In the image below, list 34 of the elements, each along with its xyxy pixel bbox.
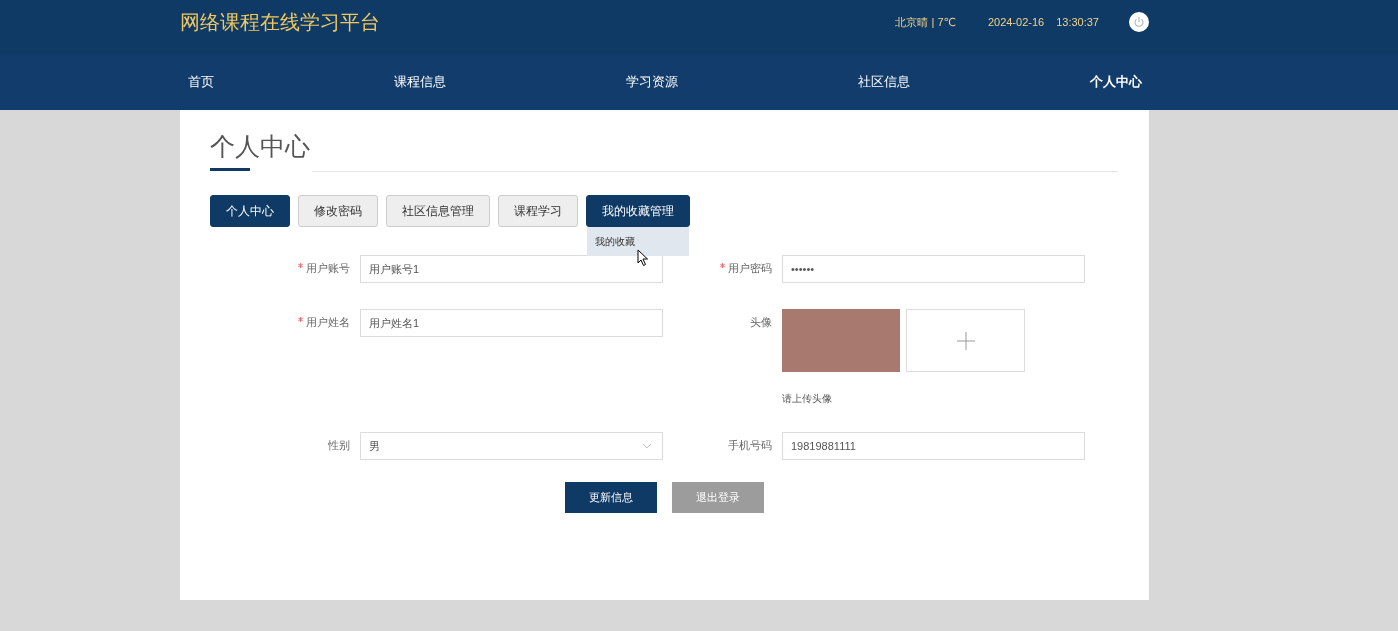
nav-link[interactable]: 个人中心 <box>1090 68 1142 97</box>
input-field[interactable]: 19819881111 <box>782 432 1085 460</box>
input-field[interactable]: 用户姓名1 <box>360 309 663 337</box>
select-value: 男 <box>369 438 380 454</box>
upload-hint: 请上传头像 <box>782 392 833 406</box>
tab-button[interactable]: 修改密码 <box>298 195 378 227</box>
label-text: 用户密码 <box>728 261 772 276</box>
chevron-down-icon <box>642 443 652 449</box>
menu-item[interactable]: 我的收藏 <box>587 234 635 249</box>
plus-icon <box>956 331 975 350</box>
input-field[interactable]: 用户账号1 <box>360 255 663 283</box>
tab-button[interactable]: 个人中心 <box>210 195 290 227</box>
label-text: 性别 <box>328 438 350 453</box>
power-icon <box>1133 16 1145 28</box>
tab-button[interactable]: 社区信息管理 <box>386 195 490 227</box>
label-text: 用户姓名 <box>306 315 350 330</box>
tab-button[interactable]: 课程学习 <box>498 195 578 227</box>
power-button[interactable] <box>1129 12 1149 32</box>
select-field[interactable]: 男 <box>360 432 663 460</box>
site-logo-text[interactable]: 网络课程在线学习平台 <box>180 8 380 36</box>
nav-link[interactable]: 首页 <box>188 68 214 97</box>
label-text: 手机号码 <box>728 438 772 453</box>
label-text: 头像 <box>750 315 772 330</box>
page-title: 个人中心 <box>210 131 310 162</box>
input-field[interactable]: •••••• <box>782 255 1085 283</box>
tab-button[interactable]: 我的收藏管理 <box>586 195 690 227</box>
nav-link[interactable]: 课程信息 <box>394 68 446 97</box>
label-text: 用户账号 <box>306 261 350 276</box>
nav-link[interactable]: 学习资源 <box>626 68 678 97</box>
date-text: 2024-02-16 <box>987 16 1045 28</box>
nav-link[interactable]: 社区信息 <box>858 68 910 97</box>
time-text: 13:30:37 <box>1056 16 1099 28</box>
update-button[interactable]: 更新信息 <box>564 482 657 513</box>
weather-text: 北京晴 | 7℃ <box>895 14 956 30</box>
